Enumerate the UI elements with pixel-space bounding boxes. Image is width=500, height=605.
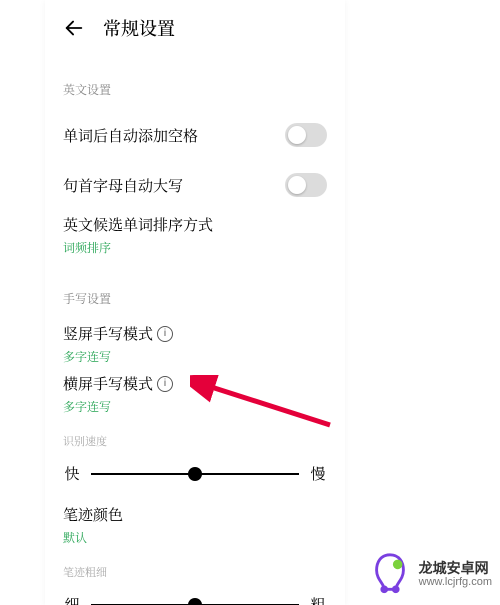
label-landscape-mode: 横屏手写模式i <box>63 373 173 394</box>
slider-stroke-width[interactable] <box>91 595 299 605</box>
subhead-stroke-width: 笔迹粗细 <box>63 564 327 580</box>
label-portrait-mode: 竖屏手写模式i <box>63 323 173 344</box>
value-stroke-color: 默认 <box>63 529 123 546</box>
row-space-after-word[interactable]: 单词后自动添加空格 <box>63 110 327 160</box>
watermark-logo-icon <box>367 551 413 597</box>
phone-frame: 常规设置 英文设置 单词后自动添加空格 句首字母自动大写 英文候选单词排序方式 … <box>45 0 345 605</box>
label-space-after-word: 单词后自动添加空格 <box>63 125 198 146</box>
value-candidate-order: 词频排序 <box>63 239 213 256</box>
label-candidate-order: 英文候选单词排序方式 <box>63 214 213 235</box>
row-candidate-order[interactable]: 英文候选单词排序方式 词频排序 <box>63 210 327 260</box>
slider-speed[interactable] <box>91 464 299 484</box>
row-landscape-mode[interactable]: 横屏手写模式i 多字连写 <box>63 369 327 419</box>
toggle-auto-capitalize[interactable] <box>285 173 327 197</box>
content-area: 英文设置 单词后自动添加空格 句首字母自动大写 英文候选单词排序方式 词频排序 … <box>45 81 345 605</box>
section-english: 英文设置 <box>63 81 327 98</box>
watermark-name: 龙城安卓网 <box>419 560 492 576</box>
page-title: 常规设置 <box>103 15 175 41</box>
value-portrait-mode: 多字连写 <box>63 348 173 365</box>
slider-speed-left: 快 <box>63 463 81 484</box>
slider-speed-right: 慢 <box>309 463 327 484</box>
header-bar: 常规设置 <box>45 0 345 51</box>
slider-width-right: 粗 <box>309 594 327 605</box>
slider-width-left: 细 <box>63 594 81 605</box>
slider-width-row: 细 粗 <box>63 586 327 605</box>
subhead-speed: 识别速度 <box>63 433 327 449</box>
row-auto-capitalize[interactable]: 句首字母自动大写 <box>63 160 327 210</box>
watermark-url: www.lcjrfg.com <box>419 576 492 589</box>
label-stroke-color: 笔迹颜色 <box>63 504 123 525</box>
section-handwrite: 手写设置 <box>63 290 327 307</box>
row-stroke-color[interactable]: 笔迹颜色 默认 <box>63 500 327 550</box>
toggle-space-after-word[interactable] <box>285 123 327 147</box>
label-auto-capitalize: 句首字母自动大写 <box>63 175 183 196</box>
watermark: 龙城安卓网 www.lcjrfg.com <box>367 551 492 597</box>
row-portrait-mode[interactable]: 竖屏手写模式i 多字连写 <box>63 319 327 369</box>
back-arrow-icon[interactable] <box>63 17 85 39</box>
info-icon[interactable]: i <box>157 326 173 342</box>
info-icon[interactable]: i <box>157 376 173 392</box>
page-root: 常规设置 英文设置 单词后自动添加空格 句首字母自动大写 英文候选单词排序方式 … <box>0 0 500 605</box>
value-landscape-mode: 多字连写 <box>63 398 173 415</box>
slider-speed-row: 快 慢 <box>63 455 327 490</box>
